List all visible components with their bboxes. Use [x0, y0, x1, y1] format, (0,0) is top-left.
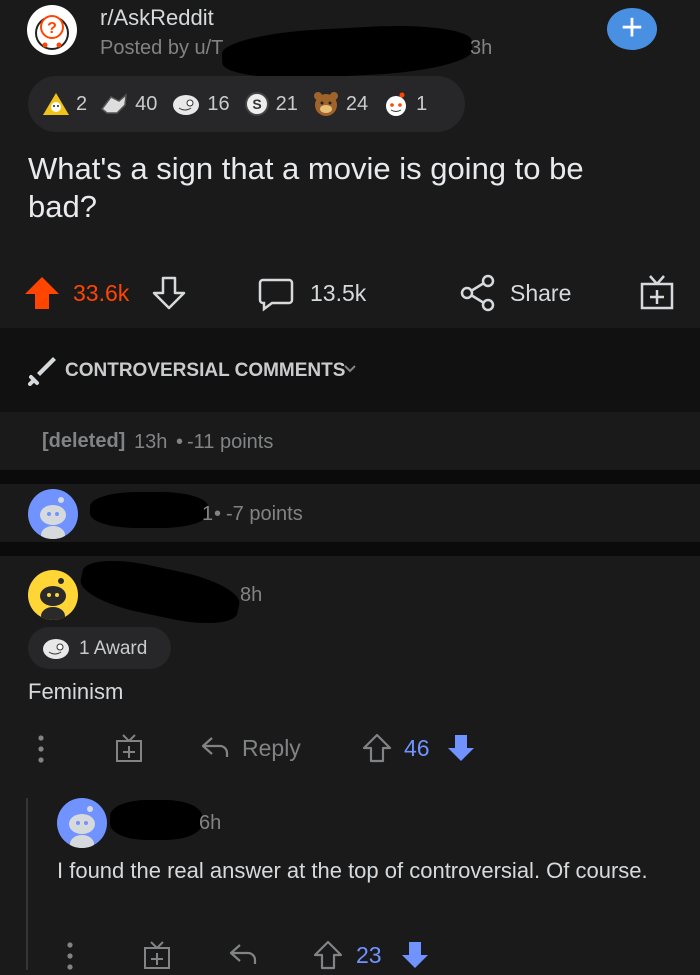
give-award-icon[interactable] — [115, 733, 143, 763]
give-award-icon[interactable] — [143, 940, 171, 970]
divider — [0, 542, 700, 556]
comment-points: -11 points — [187, 431, 274, 453]
more-options-icon[interactable] — [38, 735, 44, 763]
upvote-arrow-icon[interactable] — [362, 733, 392, 763]
upvote-arrow-icon[interactable] — [313, 940, 343, 970]
thread-line[interactable] — [26, 798, 28, 970]
redaction — [76, 551, 244, 633]
redaction — [220, 21, 474, 83]
comment-age: 13h — [134, 431, 168, 453]
comment-bubble-icon[interactable] — [258, 276, 294, 312]
post-score: 33.6k — [73, 280, 130, 306]
downvote-arrow-icon[interactable] — [152, 276, 186, 310]
share-icon[interactable] — [460, 274, 496, 312]
collapsed-comment[interactable]: [deleted] 13h • -11 points — [0, 412, 700, 470]
award-count: 1 — [416, 92, 428, 115]
awards-list: 2 40 16 S 21 24 1 — [42, 90, 427, 118]
award-count: 16 — [207, 92, 230, 115]
comment-count[interactable]: 13.5k — [310, 280, 366, 307]
comment-age: 6h — [199, 812, 222, 834]
redaction — [110, 800, 202, 840]
chevron-down-icon[interactable] — [343, 364, 357, 374]
comment-score: 23 — [356, 942, 382, 968]
comment-age: 8h — [240, 584, 263, 606]
more-options-icon[interactable] — [67, 942, 73, 970]
downvote-arrow-icon[interactable] — [400, 940, 430, 970]
avatar[interactable] — [57, 798, 107, 848]
dot-separator: • — [176, 431, 184, 453]
snoo-award-icon — [382, 90, 410, 118]
award-count: 21 — [275, 92, 298, 115]
helpful-award-icon — [99, 91, 129, 117]
create-post-button[interactable]: + — [607, 8, 657, 50]
comment-score: 46 — [404, 735, 430, 761]
subreddit-avatar[interactable]: ? — [27, 5, 77, 55]
post-title[interactable]: What's a sign that a movie is going to b… — [28, 150, 628, 226]
post-age: 3h — [470, 37, 493, 59]
award-badge[interactable]: 1 Award — [28, 627, 171, 669]
award-count: 40 — [135, 92, 158, 115]
comment-body: Feminism — [28, 679, 124, 704]
silver-award-icon — [41, 636, 71, 660]
sword-icon — [28, 356, 58, 386]
comment-points: -7 points — [226, 503, 303, 525]
avatar[interactable] — [28, 570, 78, 620]
comment-body: I found the real answer at the top of co… — [57, 858, 648, 883]
comment-author[interactable]: [deleted] — [42, 430, 125, 453]
svg-text:S: S — [252, 96, 261, 112]
give-award-icon[interactable] — [640, 274, 674, 310]
collapsed-comment[interactable]: 1 • -7 points — [0, 484, 700, 542]
reply-arrow-icon[interactable] — [200, 735, 230, 759]
avatar[interactable] — [28, 489, 78, 539]
dot-separator: • — [214, 503, 222, 525]
wholesome-award-icon — [42, 91, 70, 117]
subreddit-name[interactable]: r/AskReddit — [100, 5, 214, 31]
share-button[interactable]: Share — [510, 280, 571, 307]
redaction — [90, 492, 208, 528]
bear-award-icon — [312, 90, 340, 118]
divider — [0, 470, 700, 484]
downvote-arrow-icon[interactable] — [446, 733, 476, 763]
silver-award-icon — [171, 91, 201, 117]
upvote-arrow-icon[interactable] — [24, 276, 60, 310]
award-count: 24 — [345, 92, 369, 115]
comment-age: 1 — [202, 503, 214, 525]
award-label: 1 Award — [79, 638, 148, 659]
sort-label[interactable]: CONTROVERSIAL COMMENTS — [65, 360, 345, 382]
reply-arrow-icon[interactable] — [228, 942, 258, 966]
gold-coin-award-icon: S — [244, 91, 270, 117]
post-author[interactable]: Posted by u/T — [100, 37, 223, 60]
award-count: 2 — [76, 92, 88, 115]
reply-button[interactable]: Reply — [242, 735, 301, 762]
svg-text:?: ? — [47, 20, 57, 37]
